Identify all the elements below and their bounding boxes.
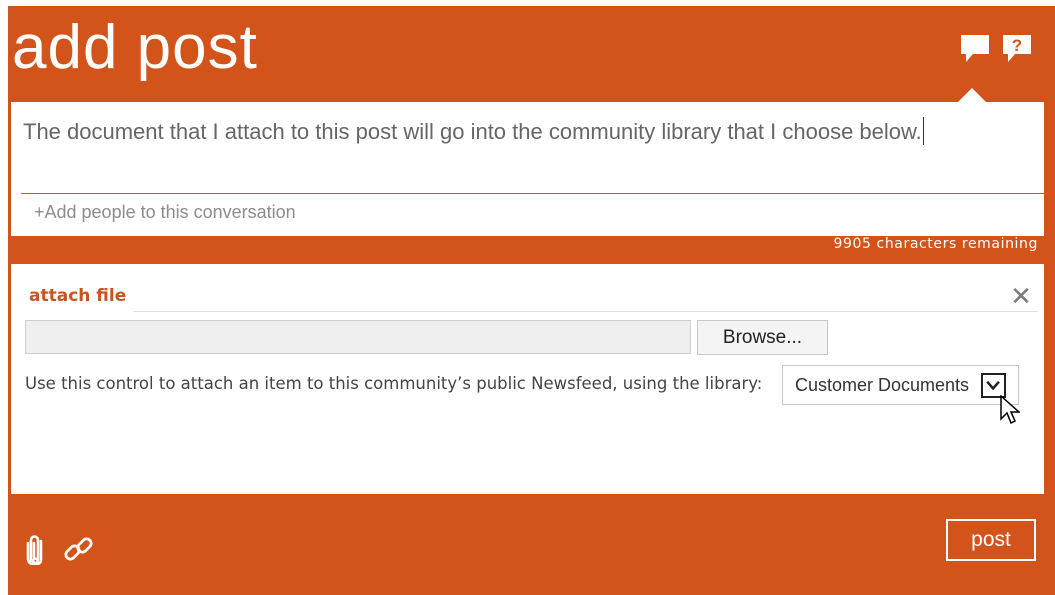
text-caret [922, 117, 924, 145]
paperclip-icon[interactable] [25, 535, 49, 565]
page-title: add post [12, 13, 258, 82]
link-icon[interactable] [62, 534, 96, 566]
help-icon[interactable]: ? [1001, 32, 1033, 66]
attach-divider [134, 311, 1038, 312]
post-text-value: The document that I attach to this post … [23, 119, 922, 144]
file-path-input[interactable] [25, 320, 691, 354]
mouse-pointer-icon [1000, 395, 1020, 425]
browse-button[interactable]: Browse... [697, 320, 828, 355]
close-icon[interactable]: ✕ [1008, 284, 1034, 310]
attach-file-title: attach file [29, 286, 127, 306]
library-select-value: Customer Documents [795, 375, 970, 395]
compose-box[interactable]: The document that I attach to this post … [11, 102, 1044, 236]
library-select[interactable]: Customer Documents [782, 365, 1019, 405]
attach-file-panel: attach file ✕ Browse... Use this control… [11, 264, 1044, 494]
compose-notch [957, 88, 987, 103]
post-text-input[interactable]: The document that I attach to this post … [23, 117, 1023, 145]
add-people-input[interactable]: +Add people to this conversation [34, 202, 296, 223]
characters-remaining: 9905 characters remaining [833, 236, 1038, 252]
post-button[interactable]: post [946, 519, 1036, 561]
compose-divider [21, 193, 1044, 194]
library-description: Use this control to attach an item to th… [25, 374, 763, 393]
help-glyph: ? [1012, 36, 1022, 55]
comment-icon[interactable] [959, 32, 991, 66]
header-actions: ? [959, 32, 1033, 66]
